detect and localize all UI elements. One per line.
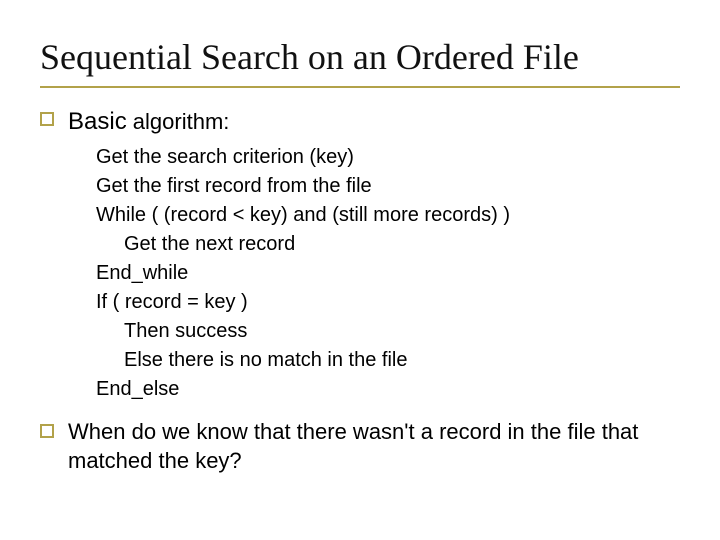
bullet1-rest: algorithm: [127, 109, 230, 134]
algo-line: Else there is no match in the file [96, 346, 680, 375]
bullet-text-1: Basic algorithm: [68, 106, 229, 137]
bullet1-strong: Basic [68, 108, 127, 135]
algo-line: Get the search criterion (key) [96, 143, 680, 172]
square-bullet-icon [40, 112, 54, 126]
algo-line: Get the first record from the file [96, 172, 680, 201]
algo-line: Then success [96, 317, 680, 346]
bullet-text-2: When do we know that there wasn't a reco… [68, 418, 680, 475]
slide: Sequential Search on an Ordered File Bas… [0, 0, 720, 540]
algo-line: End_else [96, 375, 680, 404]
algo-line: If ( record = key ) [96, 288, 680, 317]
bullet-item-2: When do we know that there wasn't a reco… [40, 418, 680, 475]
bullet-item-1: Basic algorithm: [40, 106, 680, 137]
algorithm-block: Get the search criterion (key) Get the f… [96, 143, 680, 404]
slide-title: Sequential Search on an Ordered File [40, 36, 680, 88]
algo-line: Get the next record [96, 230, 680, 259]
algo-line: While ( (record < key) and (still more r… [96, 201, 680, 230]
algo-line: End_while [96, 259, 680, 288]
square-bullet-icon [40, 424, 54, 438]
